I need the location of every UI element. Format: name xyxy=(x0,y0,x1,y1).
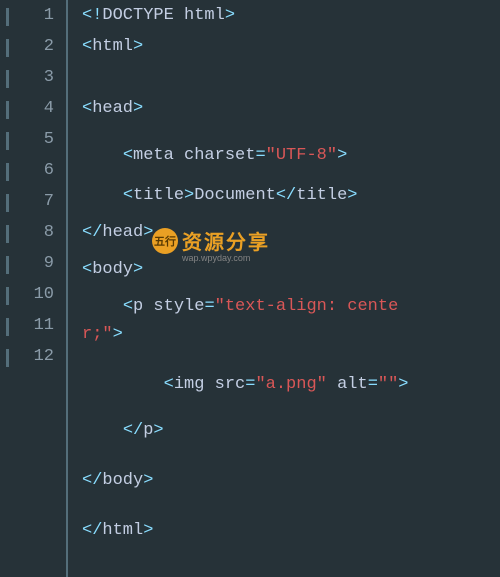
token-tag: title xyxy=(296,186,347,205)
token-tag: body xyxy=(92,260,133,279)
line-number: 10 xyxy=(34,285,54,304)
token-tag: head xyxy=(92,99,133,118)
token-punct: > xyxy=(133,99,143,118)
token-tag: head xyxy=(102,223,143,242)
fold-mark xyxy=(6,225,9,243)
fold-mark xyxy=(6,318,9,336)
line-number: 3 xyxy=(44,68,54,87)
code-line[interactable]: <html> xyxy=(82,37,496,56)
fold-mark xyxy=(6,70,9,88)
token-tag: title xyxy=(133,186,184,205)
code-line[interactable]: <!DOCTYPE html> xyxy=(82,6,496,25)
line-number: 12 xyxy=(34,347,54,366)
token-punct: > xyxy=(143,521,153,540)
token-punct: = xyxy=(204,297,214,316)
token-tag: body xyxy=(102,471,143,490)
token-punct: > xyxy=(225,6,235,25)
line-number: 8 xyxy=(44,223,54,242)
token-punct: = xyxy=(245,375,255,394)
token-punct: = xyxy=(368,375,378,394)
fold-mark xyxy=(6,163,9,181)
line-number: 7 xyxy=(44,192,54,211)
token-tag: img xyxy=(174,375,215,394)
fold-mark xyxy=(6,349,9,367)
token-str: "" xyxy=(378,375,398,394)
token-attr: style xyxy=(153,297,204,316)
fold-mark xyxy=(6,194,9,212)
token-text: Document xyxy=(194,186,276,205)
code-line[interactable]: <meta charset="UTF-8"> xyxy=(82,146,496,165)
token-punct: > xyxy=(143,471,153,490)
code-line[interactable]: <img src="a.png" alt=""> xyxy=(82,375,496,394)
fold-mark xyxy=(6,101,9,119)
token-str: "UTF-8" xyxy=(266,146,337,165)
token-punct: > xyxy=(153,421,163,440)
token-attr: alt xyxy=(337,375,368,394)
token-punct: < xyxy=(82,37,92,56)
token-punct: > xyxy=(113,325,123,344)
token-punct: </ xyxy=(123,421,143,440)
token-tag: html xyxy=(102,521,143,540)
code-line[interactable]: </head> xyxy=(82,223,496,242)
line-number: 1 xyxy=(44,6,54,25)
token-str: r;" xyxy=(82,325,113,344)
fold-mark xyxy=(6,39,9,57)
token-punct: < xyxy=(164,375,174,394)
fold-mark xyxy=(6,287,9,305)
code-line[interactable]: </html> xyxy=(82,521,496,540)
token-punct: < xyxy=(82,99,92,118)
line-number: 4 xyxy=(44,99,54,118)
token-punct: < xyxy=(123,146,133,165)
token-tag: html xyxy=(92,37,133,56)
token-attr: charset xyxy=(184,146,255,165)
line-number: 6 xyxy=(44,161,54,180)
token-tag: p xyxy=(133,297,153,316)
code-line[interactable]: </body> xyxy=(82,471,496,490)
fold-mark xyxy=(6,132,9,150)
token-punct: </ xyxy=(276,186,296,205)
token-punct: > xyxy=(347,186,357,205)
token-punct: > xyxy=(398,375,408,394)
token-punct: </ xyxy=(82,471,102,490)
token-punct: < xyxy=(123,186,133,205)
token-tag xyxy=(327,375,337,394)
token-punct: > xyxy=(184,186,194,205)
fold-mark xyxy=(6,8,9,26)
token-tag: DOCTYPE html xyxy=(102,6,224,25)
code-line[interactable]: r;"> xyxy=(82,325,496,344)
fold-mark xyxy=(6,256,9,274)
token-punct: > xyxy=(337,146,347,165)
token-punct: </ xyxy=(82,223,102,242)
code-line[interactable]: <body> xyxy=(82,260,496,279)
token-punct: > xyxy=(143,223,153,242)
line-number: 11 xyxy=(34,316,54,335)
token-str: "a.png" xyxy=(255,375,326,394)
line-number: 5 xyxy=(44,130,54,149)
token-tag: p xyxy=(143,421,153,440)
token-punct: < xyxy=(82,260,92,279)
token-punct: <! xyxy=(82,6,102,25)
token-punct: > xyxy=(133,37,143,56)
token-punct: < xyxy=(123,297,133,316)
code-line[interactable]: </p> xyxy=(82,421,496,440)
code-line[interactable]: <title>Document</title> xyxy=(82,186,496,205)
token-punct: = xyxy=(255,146,265,165)
line-number: 2 xyxy=(44,37,54,56)
token-tag: meta xyxy=(133,146,184,165)
code-line[interactable]: <p style="text-align: cente xyxy=(82,297,496,316)
token-punct: </ xyxy=(82,521,102,540)
token-str: "text-align: cente xyxy=(215,297,399,316)
code-area[interactable]: <!DOCTYPE html><html><head> <meta charse… xyxy=(68,0,500,577)
line-gutter: 123456789101112 xyxy=(0,0,68,577)
line-number: 9 xyxy=(44,254,54,273)
token-punct: > xyxy=(133,260,143,279)
code-line[interactable]: <head> xyxy=(82,99,496,118)
token-attr: src xyxy=(215,375,246,394)
